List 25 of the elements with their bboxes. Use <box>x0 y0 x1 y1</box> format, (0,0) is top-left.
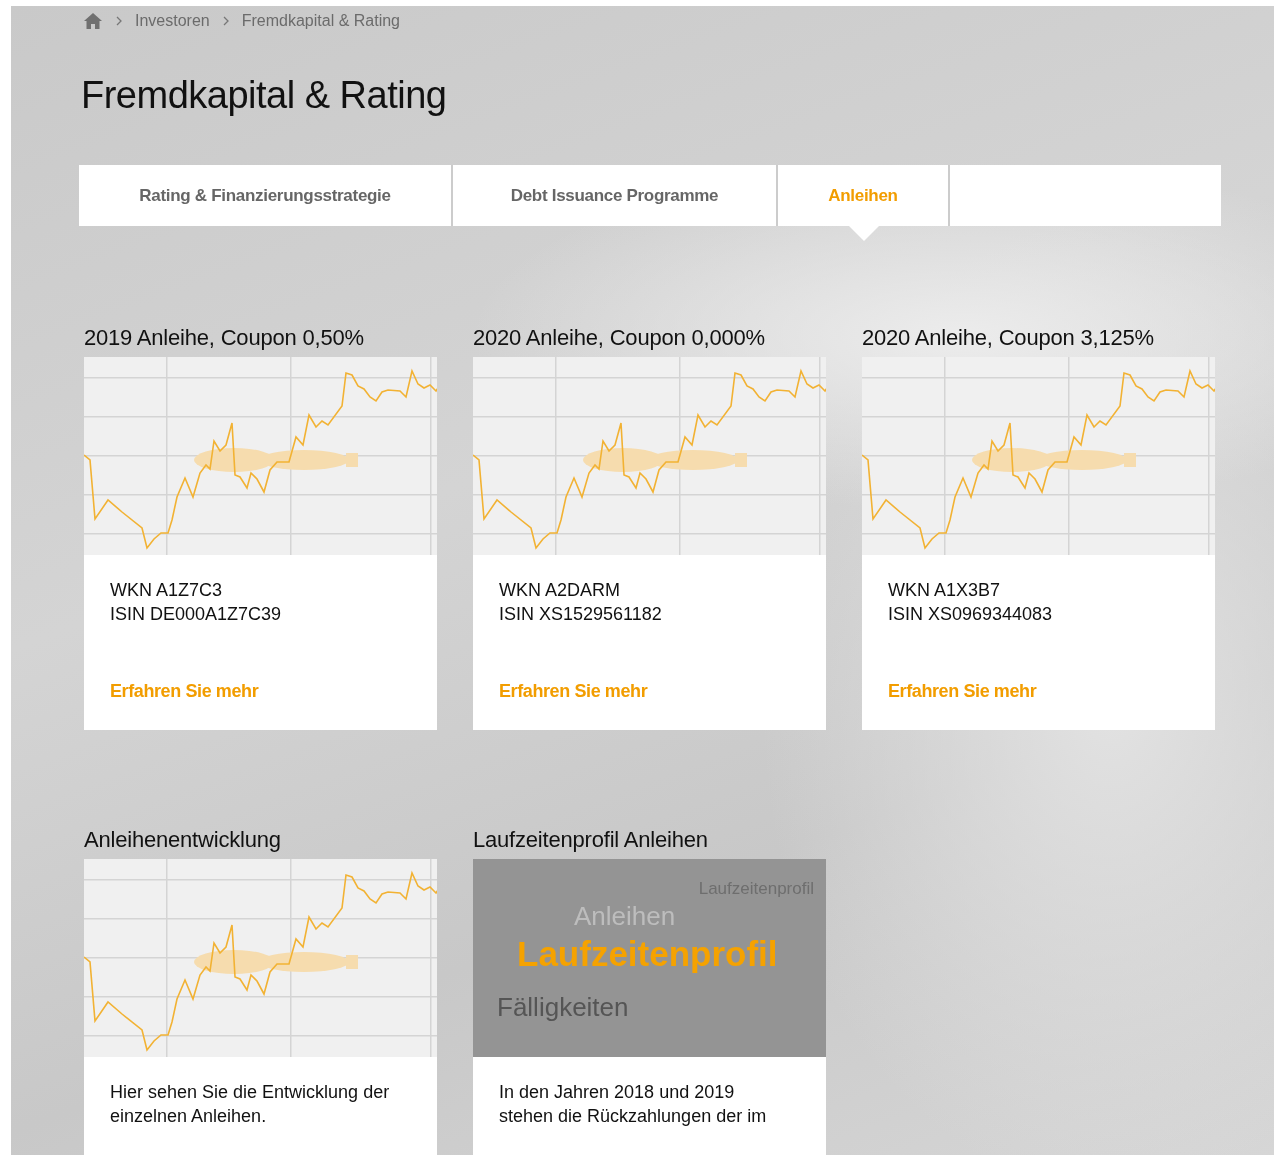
wkn-text: WKN A1X3B7 <box>888 579 1002 602</box>
chevron-icon <box>221 16 230 26</box>
card-title: 2020 Anleihe, Coupon 3,125% <box>862 325 1155 352</box>
home-icon[interactable] <box>83 12 103 30</box>
breadcrumb-link[interactable]: Fremdkapital & Rating <box>241 12 400 30</box>
card-title: 2020 Anleihe, Coupon 0,000% <box>473 325 766 352</box>
more-link[interactable]: Erfahren Sie mehr <box>499 681 648 702</box>
isin-text: ISIN XS1529561182 <box>499 603 663 626</box>
card-description: Hier sehen Sie die Entwicklung der einzelnen Anleihen. <box>110 1081 391 1128</box>
more-link[interactable]: Erfahren Sie mehr <box>110 681 259 702</box>
wkn-text: WKN A1Z7C3 <box>110 579 224 602</box>
profile-footer: Fälligkeiten <box>497 992 814 1023</box>
chevron-icon <box>115 16 123 26</box>
page-title: Fremdkapital & Rating <box>81 74 448 117</box>
wkn-text: WKN A2DARM <box>499 579 622 602</box>
tab-pointer-icon <box>849 226 879 241</box>
card-title: 2019 Anleihe, Coupon 0,50% <box>84 325 365 352</box>
isin-text: ISIN XS0969344083 <box>888 603 1054 626</box>
card-title: Laufzeitenprofil Anleihen <box>473 827 709 854</box>
card-title: Anleihenentwicklung <box>84 827 282 854</box>
card-description: In den Jahren 2018 und 2019 stehen die Rückzahlungen der im <box>499 1081 768 1128</box>
breadcrumb-link[interactable]: Investoren <box>135 12 210 30</box>
more-link[interactable]: Erfahren Sie mehr <box>888 681 1037 702</box>
isin-text: ISIN DE000A1Z7C39 <box>110 603 283 626</box>
profile-headline: Laufzeitenprofil <box>517 934 779 974</box>
